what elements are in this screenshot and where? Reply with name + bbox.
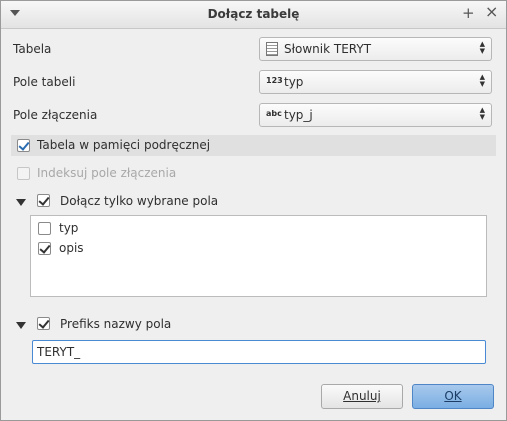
fields-section-checkbox[interactable] xyxy=(37,194,50,207)
fields-section-label: Dołącz tylko wybrane pola xyxy=(60,194,219,208)
keep-above-icon[interactable]: + xyxy=(462,5,475,21)
index-label: Indeksuj pole złączenia xyxy=(37,166,177,180)
cache-label: Tabela w pamięci podręcznej xyxy=(37,138,211,152)
table-icon xyxy=(266,42,278,56)
ok-button[interactable]: OK xyxy=(412,384,494,409)
close-icon[interactable]: × xyxy=(485,4,498,20)
integer-type-icon: 123 xyxy=(266,76,283,85)
list-item: typ xyxy=(59,221,79,235)
tabela-combo[interactable]: Słownik TERYT ▲ ▼ xyxy=(259,37,492,61)
pole-tabeli-label: Pole tabeli xyxy=(13,75,76,89)
collapse-arrow-icon[interactable] xyxy=(16,199,26,206)
window-title: Dołącz tabelę xyxy=(207,7,300,21)
string-type-icon: abc xyxy=(266,109,282,118)
prefix-input[interactable]: TERYT_ xyxy=(32,340,486,364)
pole-zlaczenia-label: Pole złączenia xyxy=(13,108,98,122)
field-typ-checkbox[interactable] xyxy=(38,222,51,235)
pole-zlaczenia-value: typ_j xyxy=(284,108,313,122)
collapse-arrow-icon[interactable] xyxy=(16,322,26,329)
fields-list[interactable]: typ opis xyxy=(30,215,487,297)
chevron-updown-icon: ▲ ▼ xyxy=(479,106,485,121)
title-bar: Dołącz tabelę + × xyxy=(1,1,506,29)
pole-tabeli-value: typ xyxy=(284,75,304,89)
tabela-label: Tabela xyxy=(13,42,52,56)
chevron-updown-icon: ▲ ▼ xyxy=(479,40,485,55)
prefix-section-label: Prefiks nazwy pola xyxy=(60,317,172,331)
index-checkbox[interactable] xyxy=(17,167,30,180)
list-item: opis xyxy=(59,241,84,255)
cancel-label: Anuluj xyxy=(343,389,381,403)
ok-label: OK xyxy=(444,389,462,403)
prefix-section-checkbox[interactable] xyxy=(37,317,50,330)
pole-zlaczenia-combo[interactable]: abc typ_j ▲ ▼ xyxy=(259,103,492,127)
field-opis-checkbox[interactable] xyxy=(38,242,51,255)
prefix-value: TERYT_ xyxy=(37,345,81,359)
cache-checkbox[interactable] xyxy=(17,139,30,152)
pole-tabeli-combo[interactable]: 123 typ ▲ ▼ xyxy=(259,70,492,94)
cancel-button[interactable]: Anuluj xyxy=(321,384,403,409)
chevron-updown-icon: ▲ ▼ xyxy=(479,73,485,88)
tabela-value: Słownik TERYT xyxy=(284,42,372,56)
dialog-window: Dołącz tabelę + × Tabela Słownik TERYT ▲… xyxy=(0,0,507,421)
